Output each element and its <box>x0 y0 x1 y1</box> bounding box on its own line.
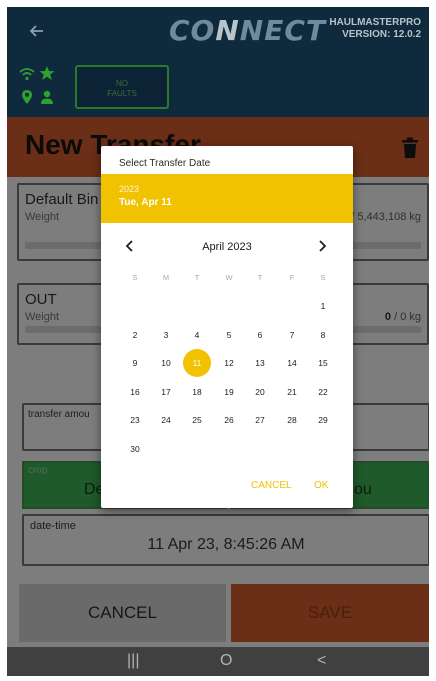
calendar-day[interactable]: 21 <box>278 378 306 406</box>
crop-secondary-value: ou <box>354 481 372 498</box>
weekday-label: T <box>257 273 263 282</box>
chevron-right-icon[interactable] <box>315 239 329 253</box>
calendar-day[interactable]: 3 <box>152 321 180 349</box>
wifi-icon <box>19 68 35 81</box>
calendar-day[interactable]: 10 <box>152 349 180 377</box>
source-bin-title: Default Bin <box>25 191 99 208</box>
top-app-bar: CONNECT HAULMASTERPRO VERSION: 12.0.2 <box>7 7 429 57</box>
system-back-button[interactable]: < <box>317 652 326 670</box>
trash-icon[interactable] <box>401 137 419 159</box>
calendar-day[interactable]: 27 <box>246 406 274 434</box>
back-arrow-icon[interactable] <box>27 21 47 41</box>
person-icon <box>41 90 53 104</box>
calendar-day[interactable]: 22 <box>309 378 337 406</box>
faults-line-2: FAULTS <box>107 89 137 98</box>
dialog-ok-button[interactable]: OK <box>314 480 328 491</box>
app-name: HAULMASTERPRO <box>329 17 421 28</box>
weekday-label: W <box>225 273 233 282</box>
selected-date[interactable]: Tue, Apr 11 <box>119 197 172 208</box>
weekday-label: F <box>289 273 295 282</box>
source-weight-value: / 5,443,108 kg <box>351 211 421 223</box>
recents-button[interactable]: ||| <box>127 652 139 670</box>
faults-line-1: NO <box>116 79 128 88</box>
calendar-day[interactable]: 20 <box>246 378 274 406</box>
calendar-day[interactable]: 8 <box>309 321 337 349</box>
dialog-cancel-button[interactable]: CANCEL <box>251 480 292 491</box>
dialog-header: 2023 Tue, Apr 11 <box>101 174 353 223</box>
destination-weight-label: Weight <box>25 311 60 323</box>
calendar-day[interactable]: 26 <box>215 406 243 434</box>
date-time-value: 11 Apr 23, 8:45:26 AM <box>147 536 305 553</box>
calendar-day[interactable]: 4 <box>183 321 211 349</box>
calendar-day[interactable]: 29 <box>309 406 337 434</box>
calendar-day[interactable]: 25 <box>183 406 211 434</box>
calendar-day[interactable]: 18 <box>183 378 211 406</box>
calendar-day-selected[interactable]: 11 <box>183 349 211 377</box>
app-info: HAULMASTERPRO VERSION: 12.0.2 <box>329 17 421 41</box>
calendar-day[interactable]: 12 <box>215 349 243 377</box>
source-weight-label: Weight <box>25 211 60 223</box>
destination-weight-value: 0 / 0 kg <box>384 311 421 323</box>
calendar-day[interactable]: 23 <box>121 406 149 434</box>
calendar-day[interactable]: 14 <box>278 349 306 377</box>
calendar-day[interactable]: 24 <box>152 406 180 434</box>
calendar-day[interactable]: 17 <box>152 378 180 406</box>
date-time-field[interactable]: date-time 11 Apr 23, 8:45:26 AM <box>22 514 429 566</box>
calendar-day[interactable]: 30 <box>121 435 149 463</box>
weekday-label: S <box>132 273 138 282</box>
calendar-day[interactable]: 1 <box>309 292 337 320</box>
crop-label: crop <box>28 465 48 476</box>
weekday-label: M <box>162 273 170 282</box>
cancel-button[interactable]: CANCEL <box>19 584 226 642</box>
calendar-day[interactable]: 5 <box>215 321 243 349</box>
star-icon <box>39 66 55 80</box>
system-navigation-bar: ||| O < <box>7 647 429 676</box>
dialog-title: Select Transfer Date <box>119 158 211 169</box>
weekday-label: S <box>320 273 326 282</box>
date-time-label: date-time <box>30 520 76 532</box>
calendar-day[interactable]: 7 <box>278 321 306 349</box>
no-faults-badge[interactable]: NO FAULTS <box>75 65 169 109</box>
date-picker-dialog: Select Transfer Date 2023 Tue, Apr 11 Ap… <box>101 146 353 508</box>
calendar-day[interactable]: 15 <box>309 349 337 377</box>
calendar-day[interactable]: 6 <box>246 321 274 349</box>
status-strip: NO FAULTS <box>7 57 429 117</box>
device-frame: CONNECT HAULMASTERPRO VERSION: 12.0.2 NO… <box>0 0 436 681</box>
calendar-day[interactable]: 16 <box>121 378 149 406</box>
calendar-day[interactable]: 2 <box>121 321 149 349</box>
calendar-day[interactable]: 9 <box>121 349 149 377</box>
calendar-day[interactable]: 13 <box>246 349 274 377</box>
app-version: VERSION: 12.0.2 <box>342 29 421 40</box>
weekday-label: T <box>194 273 200 282</box>
connect-logo: CONNECT <box>169 14 327 47</box>
home-button[interactable]: O <box>220 652 232 670</box>
destination-bin-title: OUT <box>25 291 57 308</box>
calendar-day[interactable]: 28 <box>278 406 306 434</box>
transfer-amount-label: transfer amou <box>28 409 90 420</box>
location-pin-icon <box>22 90 32 104</box>
selected-year[interactable]: 2023 <box>119 184 139 194</box>
save-button[interactable]: SAVE <box>231 584 429 642</box>
calendar-day[interactable]: 19 <box>215 378 243 406</box>
